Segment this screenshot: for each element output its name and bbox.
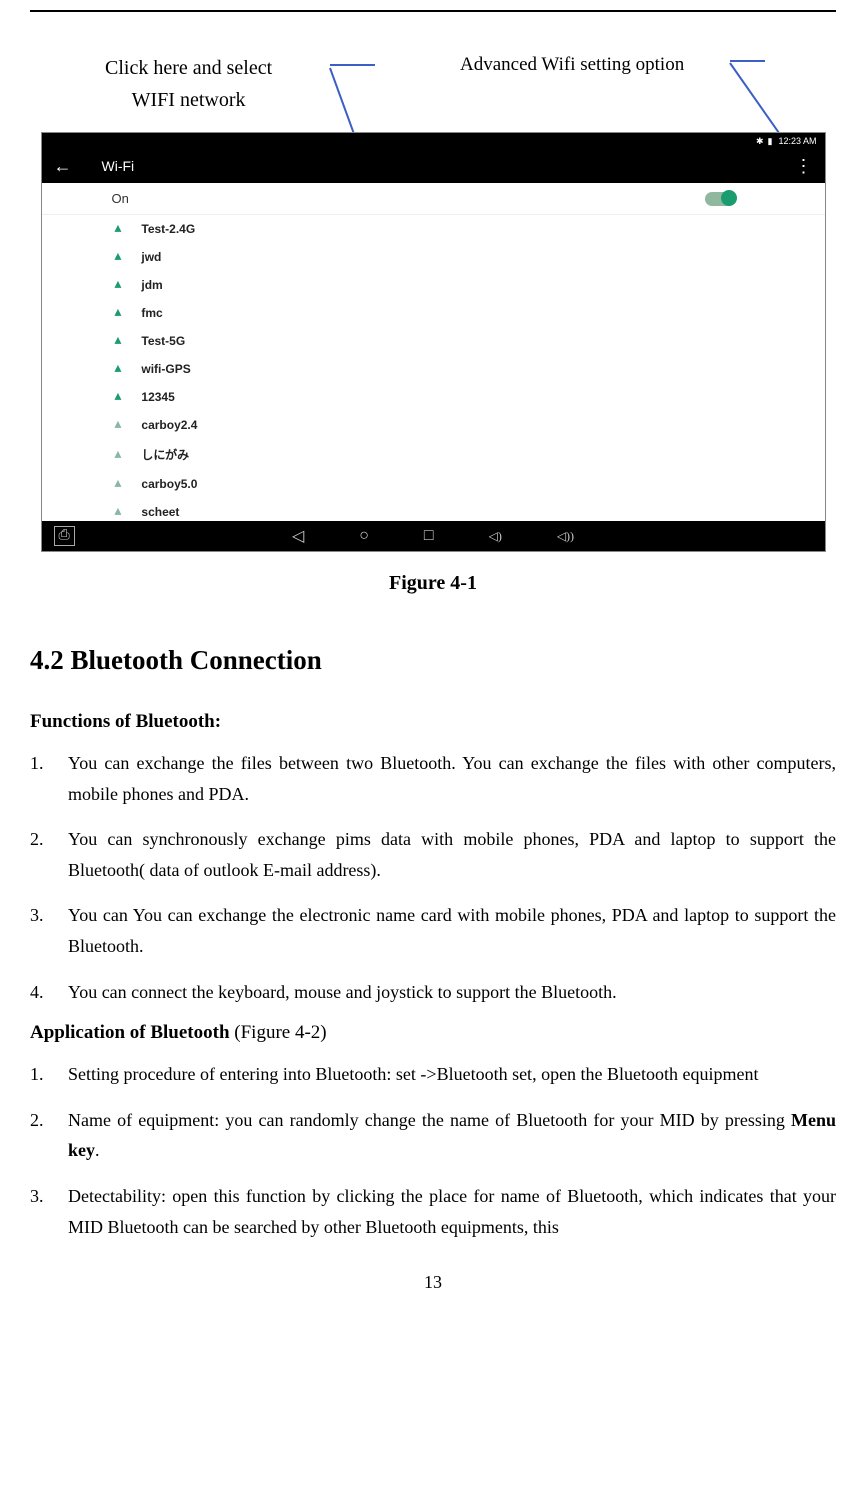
list-text: You can You can exchange the electronic … <box>68 900 836 961</box>
wifi-name: wifi-GPS <box>141 362 190 376</box>
android-status-bar: 12:23 AM <box>42 133 825 149</box>
list-text: Name of equipment: you can randomly chan… <box>68 1105 836 1166</box>
wifi-item[interactable]: carboy2.4 <box>42 411 825 439</box>
wifi-item[interactable]: 12345 <box>42 383 825 411</box>
wifi-signal-icon <box>112 334 124 348</box>
annotation-left-line2: WIFI network <box>105 84 272 116</box>
list-item: 1.Setting procedure of entering into Blu… <box>30 1059 836 1090</box>
top-rule <box>30 10 836 12</box>
wifi-name: Test-2.4G <box>141 222 195 236</box>
application-subheading-bold: Application of Bluetooth <box>30 1022 230 1043</box>
wifi-name: fmc <box>141 306 162 320</box>
wifi-name: Test-5G <box>141 334 185 348</box>
list-text: You can synchronously exchange pims data… <box>68 824 836 885</box>
application-subheading-rest: (Figure 4-2) <box>230 1022 327 1043</box>
wifi-item[interactable]: しにがみ <box>42 439 825 470</box>
nav-volume-down-icon[interactable] <box>489 527 502 545</box>
wifi-title: Wi-Fi <box>102 158 135 174</box>
wifi-name: しにがみ <box>141 446 189 463</box>
wifi-name: jwd <box>141 250 161 264</box>
section-heading: 4.2 Bluetooth Connection <box>30 645 836 676</box>
annotation-left: Click here and select WIFI network <box>105 52 272 116</box>
list-number: 3. <box>30 1181 68 1242</box>
nav-back-icon[interactable] <box>292 526 304 546</box>
nav-home-icon[interactable] <box>359 527 369 545</box>
screenshot-icon[interactable]: ⎙ <box>54 526 75 546</box>
wifi-item[interactable]: wifi-GPS <box>42 355 825 383</box>
functions-list: 1.You can exchange the files between two… <box>30 748 836 1007</box>
wifi-item[interactable]: Test-5G <box>42 327 825 355</box>
list-number: 1. <box>30 1059 68 1090</box>
wifi-signal-icon <box>112 222 124 236</box>
wifi-item[interactable]: carboy5.0 <box>42 470 825 498</box>
wifi-item[interactable]: jwd <box>42 243 825 271</box>
list-number: 4. <box>30 977 68 1008</box>
list-item: 1.You can exchange the files between two… <box>30 748 836 809</box>
annotation-area: Click here and select WIFI network Advan… <box>30 52 836 132</box>
list-text: Setting procedure of entering into Bluet… <box>68 1059 836 1090</box>
wifi-signal-icon <box>112 418 124 432</box>
overflow-menu-icon[interactable]: ⋮ <box>795 162 813 171</box>
wifi-signal-icon <box>112 448 124 462</box>
list-number: 2. <box>30 824 68 885</box>
wifi-name: jdm <box>141 278 162 292</box>
list-text: You can exchange the files between two B… <box>68 748 836 809</box>
wifi-toggle-row: On <box>42 183 825 215</box>
back-arrow-icon[interactable]: ← <box>54 156 72 177</box>
toggle-label: On <box>112 191 129 206</box>
android-nav-bar: ⎙ <box>42 521 825 551</box>
wifi-toggle-switch[interactable] <box>705 192 735 206</box>
list-item: 2.You can synchronously exchange pims da… <box>30 824 836 885</box>
wifi-name: scheet <box>141 505 179 519</box>
wifi-item[interactable]: Test-2.4G <box>42 215 825 243</box>
wifi-header: ← Wi-Fi ⋮ <box>42 149 825 183</box>
annotation-line-2-h <box>730 60 765 62</box>
annotation-left-line1: Click here and select <box>105 52 272 84</box>
list-text: Detectability: open this function by cli… <box>68 1181 836 1242</box>
wifi-network-list: Test-2.4G jwd jdm fmc Test-5G wifi-GPS 1… <box>42 215 825 521</box>
list-item: 3.You can You can exchange the electroni… <box>30 900 836 961</box>
list-item: 4.You can connect the keyboard, mouse an… <box>30 977 836 1008</box>
bluetooth-icon <box>756 136 764 147</box>
wifi-item[interactable]: fmc <box>42 299 825 327</box>
annotation-right: Advanced Wifi setting option <box>460 54 684 76</box>
annotation-line-1-h <box>330 64 375 66</box>
application-subheading: Application of Bluetooth (Figure 4-2) <box>30 1022 836 1044</box>
wifi-signal-icon <box>112 477 124 491</box>
wifi-name: carboy2.4 <box>141 418 197 432</box>
wifi-signal-icon <box>112 505 124 519</box>
page-number: 13 <box>30 1272 836 1293</box>
battery-icon <box>768 136 773 147</box>
annotation-line-1-d <box>329 68 355 134</box>
list-text: You can connect the keyboard, mouse and … <box>68 977 836 1008</box>
wifi-name: carboy5.0 <box>141 477 197 491</box>
wifi-settings-screenshot: 12:23 AM ← Wi-Fi ⋮ On Test-2.4G jwd jdm … <box>41 132 826 552</box>
wifi-signal-icon <box>112 306 124 320</box>
wifi-name: 12345 <box>141 390 174 404</box>
list-number: 3. <box>30 900 68 961</box>
figure-caption: Figure 4-1 <box>30 572 836 595</box>
wifi-signal-icon <box>112 278 124 292</box>
list-number: 1. <box>30 748 68 809</box>
list-item: 2.Name of equipment: you can randomly ch… <box>30 1105 836 1166</box>
wifi-item[interactable]: scheet <box>42 498 825 521</box>
nav-volume-up-icon[interactable] <box>557 527 574 545</box>
wifi-item[interactable]: jdm <box>42 271 825 299</box>
list-number: 2. <box>30 1105 68 1166</box>
list-item: 3.Detectability: open this function by c… <box>30 1181 836 1242</box>
wifi-signal-icon <box>112 250 124 264</box>
wifi-signal-icon <box>112 390 124 404</box>
functions-subheading: Functions of Bluetooth: <box>30 711 836 733</box>
status-icons <box>756 136 773 147</box>
application-list: 1.Setting procedure of entering into Blu… <box>30 1059 836 1242</box>
status-time: 12:23 AM <box>778 136 816 146</box>
wifi-signal-icon <box>112 362 124 376</box>
nav-recent-icon[interactable] <box>424 527 434 545</box>
